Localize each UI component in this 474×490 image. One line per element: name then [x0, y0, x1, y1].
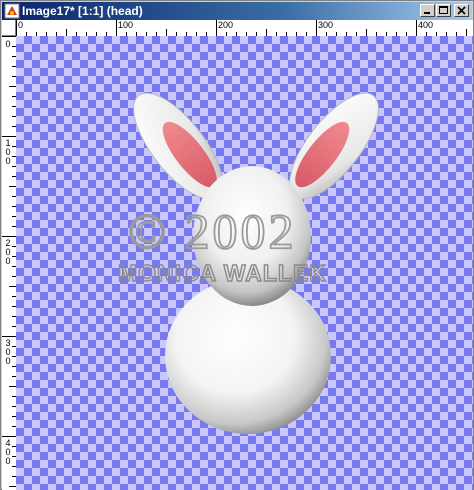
maximize-icon: [439, 6, 448, 14]
close-button[interactable]: [454, 4, 469, 17]
title-bar[interactable]: Image17* [1:1] (head): [2, 2, 472, 20]
ruler-h-label-400: 400: [418, 20, 434, 30]
ruler-h-label-200: 200: [218, 20, 234, 30]
ruler-v-label-0: 0: [5, 39, 11, 49]
watermark-copyright-year: © 2002: [128, 203, 297, 259]
minimize-button[interactable]: [420, 4, 435, 17]
horizontal-ruler-ticks: [16, 20, 467, 36]
vertical-ruler: 0 100 200 300 400: [2, 36, 17, 490]
maximize-button[interactable]: [436, 4, 451, 17]
window-title: Image17* [1:1] (head): [22, 4, 143, 18]
ruler-v-label-400: 400: [5, 438, 11, 466]
image-window: Image17* [1:1] (head) 0 100 200 300 400 …: [0, 0, 474, 490]
watermark-author: MONICA WALLEK: [118, 260, 327, 286]
minimize-icon: [424, 12, 430, 14]
ruler-v-label-100: 100: [5, 138, 11, 166]
ruler-h-label-0: 0: [18, 20, 24, 30]
ruler-h-label-300: 300: [318, 20, 334, 30]
ruler-h-label-100: 100: [118, 20, 134, 30]
close-icon: [457, 6, 466, 15]
bunny-artwork: © 2002 MONICA WALLEK: [117, 92, 379, 434]
ruler-v-label-300: 300: [5, 338, 11, 366]
image-canvas[interactable]: © 2002 MONICA WALLEK: [16, 36, 473, 490]
ruler-corner: [2, 20, 16, 36]
paint-shop-pro-icon[interactable]: [4, 3, 20, 19]
ruler-v-label-200: 200: [5, 238, 11, 266]
horizontal-ruler: 0 100 200 300 400: [16, 20, 473, 37]
